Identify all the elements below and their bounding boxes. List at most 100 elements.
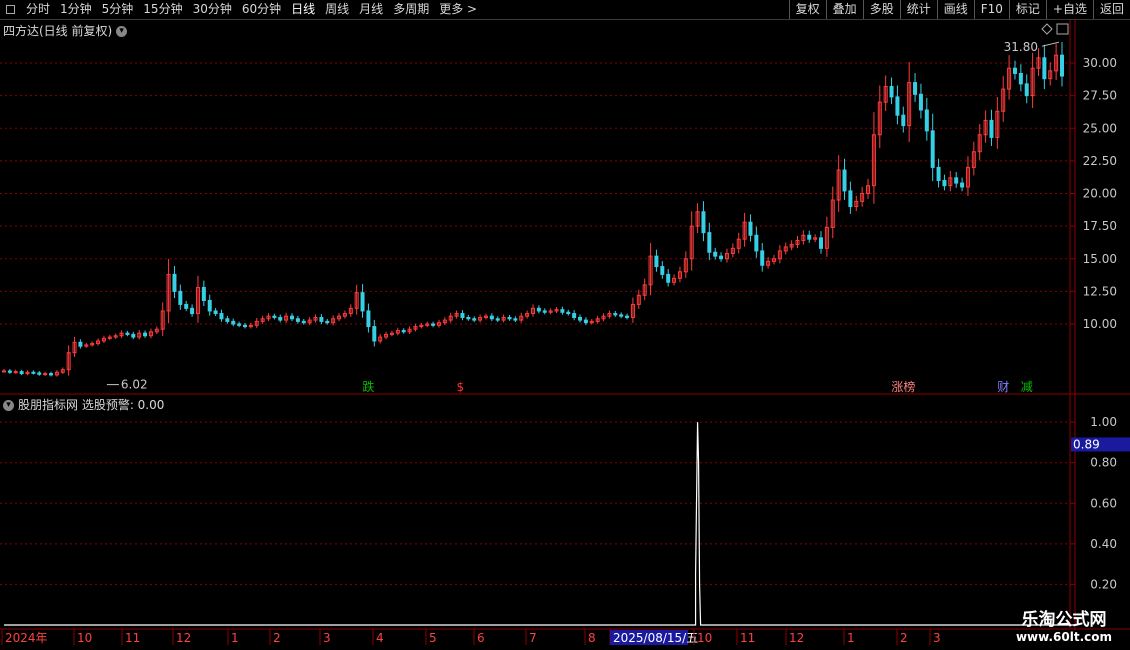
- candle-body-139: [819, 237, 824, 249]
- candle-body-6: [37, 372, 42, 375]
- candle-body-35: [207, 300, 212, 312]
- time-label-16: 1: [847, 631, 855, 645]
- kline-chart[interactable]: 10.00 12.50 15.00 17.50 20.00 22.50 25.00 27.50…: [0, 0, 1130, 650]
- time-label-10: 7: [529, 631, 537, 645]
- time-label-7: 4: [376, 631, 384, 645]
- candle-body-22: [131, 333, 136, 338]
- candle-body-92: [542, 310, 547, 313]
- time-label-18: 3: [933, 631, 941, 645]
- time-label-1: 10: [77, 631, 92, 645]
- sub-y-tick-label-2: 0.60: [1090, 496, 1117, 510]
- candle-body-173: [1018, 72, 1023, 85]
- sub-y-tick-label-4: 1.00: [1090, 415, 1117, 429]
- diamond-icon[interactable]: [1041, 23, 1053, 35]
- candle-body-112: [660, 266, 665, 275]
- candle-body-61: [360, 292, 365, 312]
- candle-body-174: [1024, 83, 1029, 97]
- candle-body-97: [572, 313, 577, 318]
- candle-body-63: [372, 326, 377, 342]
- sub-y-tick-label-0: 0.20: [1090, 577, 1117, 591]
- sub-y-tick-label-1: 0.40: [1090, 537, 1117, 551]
- candle-body-98: [578, 316, 583, 321]
- y-tick-label-7: 27.50: [1083, 89, 1117, 103]
- sub-y-tick-label-3: 0.80: [1090, 456, 1117, 470]
- candle-body-8: [49, 373, 54, 376]
- panel-toggle-icon[interactable]: [1056, 23, 1069, 35]
- candle-body-106: [625, 315, 630, 318]
- candle-body-40: [237, 323, 242, 326]
- event-marker-1[interactable]: $: [456, 380, 464, 394]
- low-label: 6.02: [121, 378, 148, 392]
- event-marker-2[interactable]: 涨榜: [891, 379, 915, 394]
- candle-body-24: [143, 332, 148, 337]
- candle-body-41: [242, 324, 247, 328]
- y-tick-label-5: 22.50: [1083, 154, 1117, 168]
- candle-body-30: [178, 290, 183, 305]
- candle-body-177: [1042, 57, 1047, 80]
- candle-body-84: [495, 318, 500, 321]
- candle-body-162: [954, 177, 959, 184]
- candle-body-157: [924, 109, 929, 132]
- y-tick-label-1: 12.50: [1083, 284, 1117, 298]
- event-marker-4[interactable]: 减: [1021, 380, 1033, 394]
- current-value-label: 0.89: [1073, 437, 1100, 451]
- candle-body-38: [225, 318, 230, 322]
- candle-body-55: [325, 320, 330, 324]
- event-marker-0[interactable]: 跌: [362, 379, 374, 394]
- y-tick-label-4: 20.00: [1083, 187, 1117, 201]
- candle-body-29: [172, 273, 177, 292]
- candle-body-47: [278, 316, 283, 321]
- y-tick-label-0: 10.00: [1083, 317, 1117, 331]
- time-label-14: 11: [740, 631, 755, 645]
- candle-body-156: [918, 93, 923, 111]
- candle-body-152: [895, 96, 900, 116]
- time-label-12: 2025/08/15/五: [613, 631, 698, 645]
- candle-body-143: [842, 169, 847, 192]
- time-label-15: 12: [789, 631, 804, 645]
- candle-body-51: [301, 320, 306, 324]
- candle-body-172: [1012, 67, 1017, 74]
- y-tick-label-3: 17.50: [1083, 219, 1117, 233]
- candle-body-7: [43, 373, 48, 376]
- candle-body-128: [754, 234, 759, 252]
- time-label-6: 3: [323, 631, 331, 645]
- candle-body-86: [507, 316, 512, 320]
- time-label-3: 12: [176, 631, 191, 645]
- time-label-8: 5: [429, 631, 437, 645]
- candle-body-129: [760, 250, 765, 266]
- watermark-url: www.60lt.com: [1015, 630, 1112, 644]
- candle-body-168: [989, 119, 994, 138]
- candle-body-153: [901, 114, 906, 127]
- candle-body-119: [701, 211, 706, 234]
- candle-body-3: [19, 371, 24, 375]
- time-label-2: 11: [125, 631, 140, 645]
- candle-body-113: [666, 273, 671, 283]
- candle-body-21: [125, 332, 130, 335]
- candle-body-137: [807, 234, 812, 240]
- candle-body-99: [583, 319, 588, 324]
- candle-body-120: [707, 232, 712, 253]
- candle-body-1: [7, 370, 12, 373]
- time-label-13: 10: [697, 631, 712, 645]
- candle-body-151: [889, 85, 894, 98]
- candle-body-80: [472, 318, 477, 321]
- candle-body-87: [513, 318, 518, 321]
- time-label-0: 2024年: [5, 631, 48, 645]
- candle-body-62: [366, 310, 371, 328]
- watermark: 乐淘公式网 www.60lt.com: [1016, 605, 1112, 644]
- candle-body-54: [319, 316, 324, 322]
- time-label-4: 1: [231, 631, 239, 645]
- candle-body-34: [201, 286, 206, 302]
- candle-body-5: [31, 371, 36, 374]
- event-marker-3[interactable]: 财: [997, 380, 1009, 394]
- candle-body-73: [431, 323, 436, 326]
- watermark-title: 乐淘公式网: [1021, 610, 1107, 630]
- time-label-17: 2: [900, 631, 908, 645]
- candle-body-163: [960, 182, 965, 188]
- candle-body-144: [848, 190, 853, 208]
- time-label-9: 6: [477, 631, 485, 645]
- time-label-5: 2: [273, 631, 281, 645]
- candle-body-32: [190, 307, 195, 315]
- candle-body-83: [489, 315, 494, 320]
- candle-body-159: [936, 166, 941, 181]
